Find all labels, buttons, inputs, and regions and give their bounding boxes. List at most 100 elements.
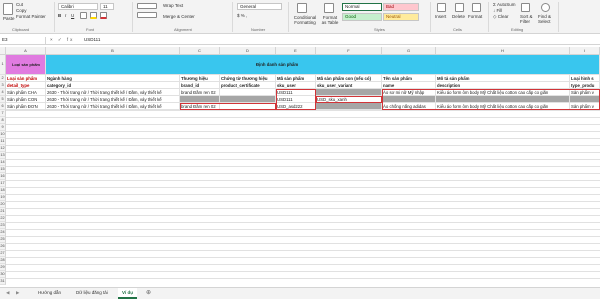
column-header-a[interactable]: A	[6, 47, 46, 55]
vertical-align-icon[interactable]	[137, 3, 157, 9]
cell-b1-merged[interactable]: Định danh sản phẩm	[46, 55, 600, 75]
spreadsheet-grid: A B C D E F G H I 1 2 3 4 5 6 7 8 9 10 1…	[0, 47, 600, 285]
number-group-label: Number	[251, 27, 266, 32]
clear-button[interactable]: ◇ Clear	[493, 14, 508, 20]
format-as-table-icon[interactable]	[324, 3, 334, 13]
cell-b2[interactable]: Ngành hàng	[46, 75, 180, 82]
style-bad[interactable]: Bad	[383, 3, 419, 11]
conditional-formatting-icon[interactable]	[297, 3, 307, 13]
cell-c4[interactable]: brand Đầm ren 02	[180, 89, 220, 96]
format-button[interactable]: Format	[468, 14, 482, 20]
find-select-icon[interactable]	[541, 3, 550, 12]
style-normal[interactable]: Normal	[342, 3, 382, 11]
tab-scroll-left-icon[interactable]: ◀	[2, 288, 10, 299]
tab-du-lieu-dang-tai[interactable]: Dữ liệu đăng tải	[72, 288, 112, 299]
cell-b6[interactable]: 2630 - Thời trang nữ / Thời trang thiết …	[46, 103, 180, 110]
cell-e3[interactable]: sku_user	[276, 82, 316, 89]
cell-h3[interactable]: description	[436, 82, 570, 89]
column-header-g[interactable]: G	[382, 47, 436, 55]
font-color-icon[interactable]	[100, 12, 107, 19]
cell-f2[interactable]: Mã sản phẩm con (nếu có)	[316, 75, 382, 82]
ribbon-divider	[232, 2, 233, 32]
conditional-formatting-button[interactable]: Conditional Formatting	[291, 15, 319, 25]
wrap-text-button[interactable]: Wrap Text	[163, 3, 183, 9]
cell-c2[interactable]: Thương hiệu	[180, 75, 220, 82]
column-header-d[interactable]: D	[220, 47, 276, 55]
cell-d4[interactable]	[220, 89, 276, 96]
tab-scroll-right-icon[interactable]: ▶	[12, 288, 20, 299]
cell-d2[interactable]: Chứng từ thương hiệu	[220, 75, 276, 82]
font-size-dropdown[interactable]: 11	[100, 3, 114, 10]
cell-i3[interactable]: type_produ	[570, 82, 600, 89]
add-sheet-icon[interactable]: ⊕	[142, 288, 155, 299]
delete-icon[interactable]	[455, 3, 464, 12]
paste-icon[interactable]	[3, 3, 13, 15]
name-box[interactable]: E3	[0, 37, 46, 44]
find-select-button[interactable]: Find & Select	[538, 14, 554, 24]
paste-button[interactable]: Paste	[3, 16, 15, 22]
column-header-e[interactable]: E	[276, 47, 316, 55]
underline-button[interactable]: U	[71, 13, 74, 19]
style-good[interactable]: Good	[342, 13, 382, 21]
currency-button[interactable]: $ % ,	[237, 13, 247, 19]
format-as-table-button[interactable]: Format as Table	[320, 15, 340, 25]
cell-f4[interactable]	[316, 89, 382, 96]
column-header-b[interactable]: B	[46, 47, 180, 55]
borders-icon[interactable]	[80, 12, 87, 19]
cell-h2[interactable]: Mô tả sản phẩm	[436, 75, 570, 82]
merge-center-button[interactable]: Merge & Center	[163, 14, 195, 20]
format-painter-button[interactable]: Format Painter	[16, 14, 46, 20]
fill-color-icon[interactable]	[90, 12, 97, 19]
selection-outline-gi	[382, 89, 600, 110]
horizontal-align-icon[interactable]	[137, 12, 157, 18]
cell-b4[interactable]: 2630 - Thời trang nữ / Thời trang thiết …	[46, 89, 180, 96]
cell-a3[interactable]: detail_type	[6, 82, 46, 89]
excel-window: Paste Cut Copy Format Painter Clipboard …	[0, 0, 600, 299]
formula-controls[interactable]: × ✓ fx	[50, 37, 74, 43]
cell-i2[interactable]: Loại hình s	[570, 75, 600, 82]
cell-e2[interactable]: Mã sản phẩm	[276, 75, 316, 82]
cell-f3[interactable]: sku_user_variant	[316, 82, 382, 89]
bold-button[interactable]: B	[58, 13, 61, 19]
editing-group-label: Editing	[511, 27, 524, 32]
cell-g2[interactable]: Tên sản phẩm	[382, 75, 436, 82]
cell-d3[interactable]: product_certificate	[220, 82, 276, 89]
column-header-i[interactable]: I	[570, 47, 600, 55]
cell-a5[interactable]: Sản phẩm CON	[6, 96, 46, 103]
column-header-c[interactable]: C	[180, 47, 220, 55]
cell-a2[interactable]: Loại sản phẩm	[6, 75, 46, 82]
ribbon-divider	[132, 2, 133, 32]
font-name-dropdown[interactable]: Calibri	[58, 3, 98, 10]
delete-button[interactable]: Delete	[452, 14, 465, 20]
insert-icon[interactable]	[437, 3, 446, 12]
column-header-f[interactable]: F	[316, 47, 382, 55]
cell-g3[interactable]: name	[382, 82, 436, 89]
sort-filter-icon[interactable]	[521, 3, 530, 12]
empty-rows	[6, 110, 600, 285]
font-group-label: Font	[86, 27, 95, 32]
cell-b3[interactable]: category_id	[46, 82, 180, 89]
clipboard-group-label: Clipboard	[12, 27, 30, 32]
formula-input[interactable]: USD111	[84, 37, 100, 43]
styles-group-label: Styles	[374, 27, 385, 32]
cell-c5[interactable]	[180, 96, 220, 103]
ribbon-divider	[488, 2, 489, 32]
format-icon[interactable]	[472, 3, 481, 12]
tab-huong-dan[interactable]: Hướng dẫn	[34, 288, 65, 299]
cell-a4[interactable]: Sản phẩm CHA	[6, 89, 46, 96]
sort-filter-button[interactable]: Sort & Filter	[520, 14, 534, 24]
cell-f6[interactable]	[316, 103, 382, 110]
cell-a1[interactable]: Loại sản phẩm	[6, 55, 46, 75]
column-header-h[interactable]: H	[436, 47, 570, 55]
cell-d5[interactable]	[220, 96, 276, 103]
number-format-dropdown[interactable]: General	[237, 3, 282, 10]
cell-c3[interactable]: brand_id	[180, 82, 220, 89]
insert-button[interactable]: Insert	[435, 14, 446, 20]
italic-button[interactable]: I	[65, 13, 66, 19]
style-neutral[interactable]: Neutral	[383, 13, 419, 21]
cell-b5[interactable]: 2630 - Thời trang nữ / Thời trang thiết …	[46, 96, 180, 103]
alignment-group-label: Alignment	[174, 27, 192, 32]
tab-vi-du[interactable]: Ví dụ	[118, 288, 137, 299]
sheet-tab-bar: ◀ ▶ Hướng dẫn Dữ liệu đăng tải Ví dụ ⊕	[0, 287, 600, 299]
cell-a6[interactable]: Sản phẩm ĐƠN	[6, 103, 46, 110]
